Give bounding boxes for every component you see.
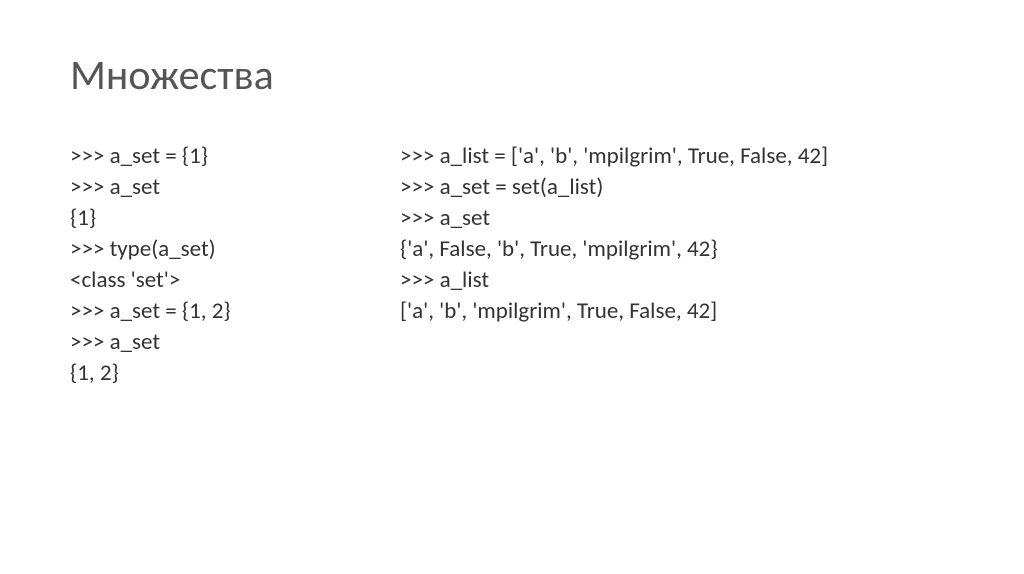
code-line: >>> a_set bbox=[70, 172, 350, 203]
code-line: >>> a_set bbox=[70, 327, 350, 358]
code-line: >>> a_list = ['a', 'b', 'mpilgrim', True… bbox=[400, 141, 954, 172]
code-line: >>> a_list bbox=[400, 265, 954, 296]
slide-title: Множества bbox=[70, 50, 954, 101]
right-column: >>> a_list = ['a', 'b', 'mpilgrim', True… bbox=[400, 141, 954, 389]
code-line: {'a', False, 'b', True, 'mpilgrim', 42} bbox=[400, 234, 954, 265]
code-line: >>> type(a_set) bbox=[70, 234, 350, 265]
code-line: >>> a_set bbox=[400, 203, 954, 234]
code-line: {1} bbox=[70, 203, 350, 234]
code-line: {1, 2} bbox=[70, 358, 350, 389]
code-line: >>> a_set = {1, 2} bbox=[70, 296, 350, 327]
code-line: >>> a_set = set(a_list) bbox=[400, 172, 954, 203]
code-line: ['a', 'b', 'mpilgrim', True, False, 42] bbox=[400, 296, 954, 327]
code-line: <class 'set'> bbox=[70, 265, 350, 296]
left-column: >>> a_set = {1} >>> a_set {1} >>> type(a… bbox=[70, 141, 350, 389]
content-columns: >>> a_set = {1} >>> a_set {1} >>> type(a… bbox=[70, 141, 954, 389]
code-line: >>> a_set = {1} bbox=[70, 141, 350, 172]
